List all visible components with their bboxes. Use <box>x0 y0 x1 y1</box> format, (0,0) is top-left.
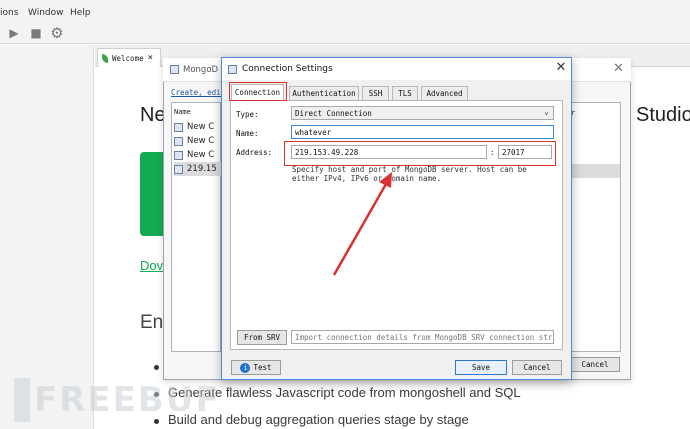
arrow-shaft <box>332 183 388 276</box>
annotation-arrow <box>332 172 392 276</box>
watermark-text: FREEBUF <box>34 380 221 420</box>
watermark-logo <box>14 378 30 422</box>
